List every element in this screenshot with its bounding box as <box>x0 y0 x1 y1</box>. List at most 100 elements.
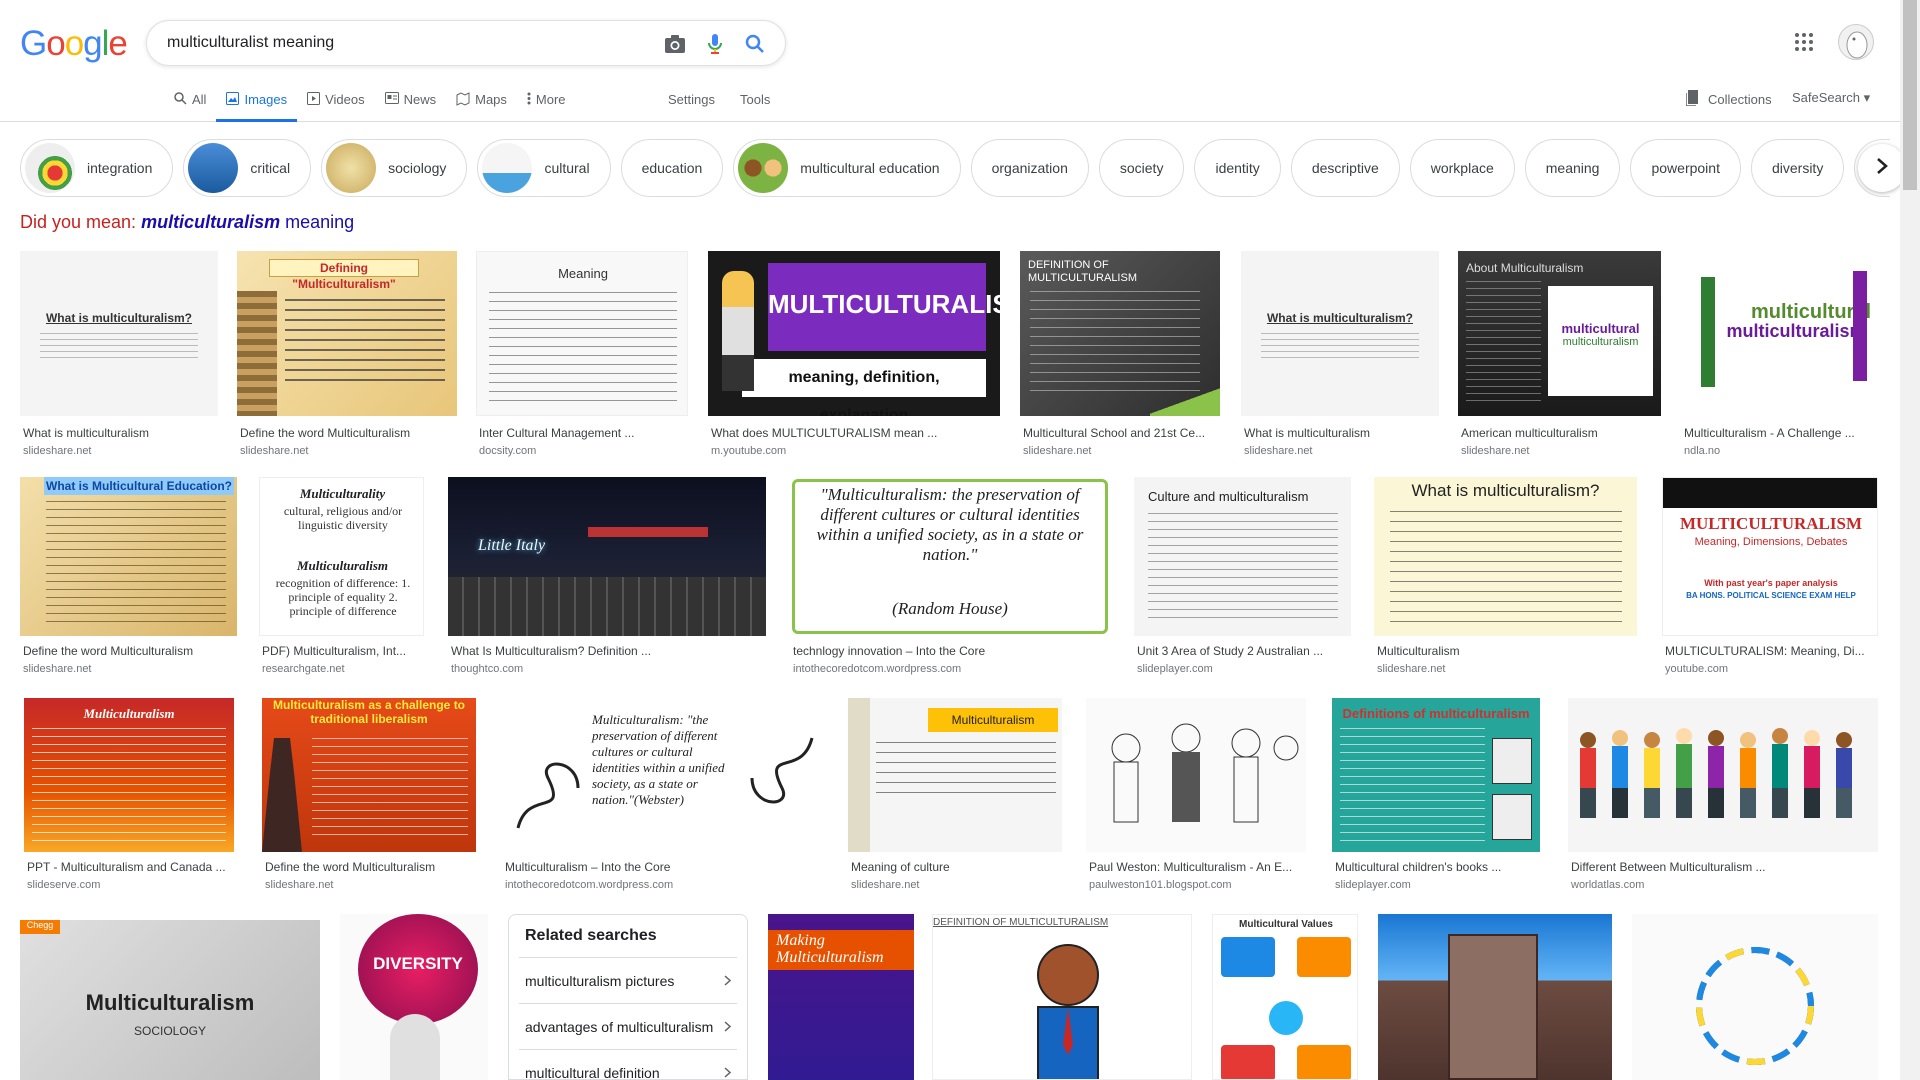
thumb-text: DEFINITION OF MULTICULTURALISM <box>1028 259 1137 284</box>
result-thumbnail: MULTICULTURALISM meaning, definition, ex… <box>708 251 1000 416</box>
related-search-item[interactable]: multiculturalism pictures <box>519 957 737 1003</box>
chip-meaning[interactable]: meaning <box>1524 139 1621 197</box>
image-result[interactable]: Chegg Multiculturalism SOCIOLOGY <box>20 920 320 1080</box>
image-result[interactable]: DEFINITION OF MULTICULTURALISM Multicult… <box>1020 251 1220 461</box>
thumb-text: Multiculturality <box>299 486 386 501</box>
chip-sociology[interactable]: sociology <box>321 139 468 197</box>
image-result[interactable]: Multiculturalism PPT - Multiculturalism … <box>24 698 234 898</box>
image-result[interactable]: About Multiculturalism multicultural mul… <box>1458 251 1661 461</box>
people-graphic <box>1580 728 1852 818</box>
settings-link[interactable]: Settings <box>668 92 715 107</box>
chip-descriptive[interactable]: descriptive <box>1290 139 1400 197</box>
related-search-item[interactable]: multicultural definition <box>519 1049 737 1079</box>
chip-cultural[interactable]: cultural <box>477 139 611 197</box>
page-scrollbar[interactable] <box>1900 0 1920 1080</box>
chip-powerpoint[interactable]: powerpoint <box>1630 139 1741 197</box>
chevron-right-icon <box>724 1019 732 1035</box>
image-result[interactable]: Meaning Inter Cultural Management ... do… <box>476 251 688 461</box>
chip-workplace[interactable]: workplace <box>1409 139 1515 197</box>
chip-multicultural-education[interactable]: multicultural education <box>733 139 961 197</box>
image-result[interactable]: MULTICULTURALISM Meaning, Dimensions, De… <box>1662 477 1878 677</box>
safesearch-dropdown[interactable]: SafeSearch ▾ <box>1792 90 1870 106</box>
image-result[interactable]: Multiculturalism as a challenge to tradi… <box>262 698 476 898</box>
tab-images[interactable]: Images <box>216 88 298 122</box>
image-result[interactable]: Different Between Multiculturalism ... w… <box>1568 698 1878 898</box>
related-search-item[interactable]: advantages of multiculturalism <box>519 1003 737 1049</box>
result-thumbnail: MULTICULTURALISM Meaning, Dimensions, De… <box>1662 477 1878 636</box>
image-result[interactable]: Multicultural Values <box>1212 914 1358 1080</box>
image-result[interactable]: What is multiculturalism? Multiculturali… <box>1374 477 1637 677</box>
image-result[interactable]: Culture and multiculturalism Unit 3 Area… <box>1134 477 1351 677</box>
thumb-text: DIVERSITY <box>373 954 463 973</box>
tab-news[interactable]: News <box>375 88 447 122</box>
thumb-lines <box>1390 511 1622 623</box>
camera-icon[interactable] <box>663 32 687 56</box>
image-result[interactable]: Paul Weston: Multiculturalism - An E... … <box>1086 698 1306 898</box>
image-result[interactable]: MULTICULTURALISM meaning, definition, ex… <box>708 251 1000 461</box>
result-site: slideshare.net <box>1023 445 1092 457</box>
image-result[interactable]: Definitions of multiculturalism Multicul… <box>1332 698 1540 898</box>
diagram-box <box>1297 1045 1351 1079</box>
map-icon <box>456 92 470 109</box>
image-result[interactable]: DIVERSITY <box>340 914 488 1080</box>
microphone-icon[interactable] <box>703 32 727 56</box>
chip-critical[interactable]: critical <box>183 139 312 197</box>
image-result[interactable]: What is Multicultural Education? Define … <box>20 477 237 677</box>
result-thumbnail: About Multiculturalism multicultural mul… <box>1458 251 1661 416</box>
image-result[interactable]: Little Italy What Is Multiculturalism? D… <box>448 477 766 677</box>
chips-next-button[interactable] <box>1858 144 1906 192</box>
image-result[interactable]: DEFINITION OF MULTICULTURALISM <box>932 914 1192 1080</box>
chip-education[interactable]: education <box>620 139 724 197</box>
result-thumbnail: Multiculturality cultural, religious and… <box>259 477 424 636</box>
image-icon <box>226 92 240 108</box>
chip-thumbnail <box>326 143 377 193</box>
bookmark-icon <box>1685 90 1700 109</box>
tab-maps[interactable]: Maps <box>446 88 517 122</box>
apps-grid-icon[interactable] <box>1794 32 1818 56</box>
account-avatar[interactable] <box>1838 24 1874 60</box>
image-result[interactable]: multiculturalism multicultural Multicult… <box>1681 251 1879 461</box>
thumb-text: DEFINITION OF MULTICULTURALISM <box>933 917 1109 928</box>
search-input[interactable] <box>167 31 647 55</box>
result-title: Meaning of culture <box>851 860 950 874</box>
result-site: slideshare.net <box>1461 445 1530 457</box>
image-result[interactable]: Making Multiculturalism <box>768 914 914 1080</box>
image-result[interactable]: Defining "Multiculturalism" Define the w… <box>237 251 457 461</box>
tools-link[interactable]: Tools <box>740 92 770 107</box>
image-result[interactable] <box>1378 914 1612 1080</box>
image-result[interactable] <box>1632 914 1878 1080</box>
result-site: slideplayer.com <box>1137 663 1213 675</box>
image-result[interactable]: Multiculturalism: "the preservation of d… <box>502 698 826 898</box>
tab-all[interactable]: All <box>164 88 216 122</box>
cartoon-man-graphic <box>1037 944 1099 1079</box>
result-thumbnail: DEFINITION OF MULTICULTURALISM <box>1020 251 1220 416</box>
search-icon[interactable] <box>743 32 767 56</box>
image-result[interactable]: Multiculturality cultural, religious and… <box>259 477 424 677</box>
result-thumbnail: Defining "Multiculturalism" <box>237 251 457 416</box>
image-result[interactable]: Multiculturalism Meaning of culture slid… <box>848 698 1062 898</box>
result-title: Different Between Multiculturalism ... <box>1571 860 1766 874</box>
tab-videos[interactable]: Videos <box>297 88 375 122</box>
result-thumbnail: What is multiculturalism? <box>1374 477 1637 636</box>
thumb-subtext: cultural, religious and/or linguistic di… <box>283 504 403 532</box>
related-searches-title: Related searches <box>525 927 657 944</box>
did-you-mean-prefix: Did you mean: <box>20 212 142 232</box>
chip-integration[interactable]: integration <box>20 139 174 197</box>
tab-more[interactable]: More <box>517 88 576 122</box>
image-result[interactable]: What is multiculturalism? What is multic… <box>1241 251 1439 461</box>
image-result[interactable]: "Multiculturalism: the preservation of d… <box>790 477 1110 677</box>
search-icon <box>174 92 187 108</box>
result-site: slideshare.net <box>851 879 920 891</box>
did-you-mean-link[interactable]: multiculturalism meaning <box>141 212 354 232</box>
scrollbar-thumb[interactable] <box>1903 0 1917 190</box>
collections-button[interactable]: Collections <box>1685 90 1772 109</box>
chip-label: workplace <box>1430 160 1494 176</box>
chip-society[interactable]: society <box>1098 139 1185 197</box>
image-result[interactable]: What is multiculturalism? What is multic… <box>20 251 218 461</box>
chip-diversity[interactable]: diversity <box>1750 139 1845 197</box>
google-logo[interactable]: Google <box>20 24 128 64</box>
result-thumbnail: Multiculturalism as a challenge to tradi… <box>262 698 476 852</box>
chip-identity[interactable]: identity <box>1194 139 1281 197</box>
chip-organization[interactable]: organization <box>970 139 1089 197</box>
chip-thumbnail <box>482 143 533 193</box>
